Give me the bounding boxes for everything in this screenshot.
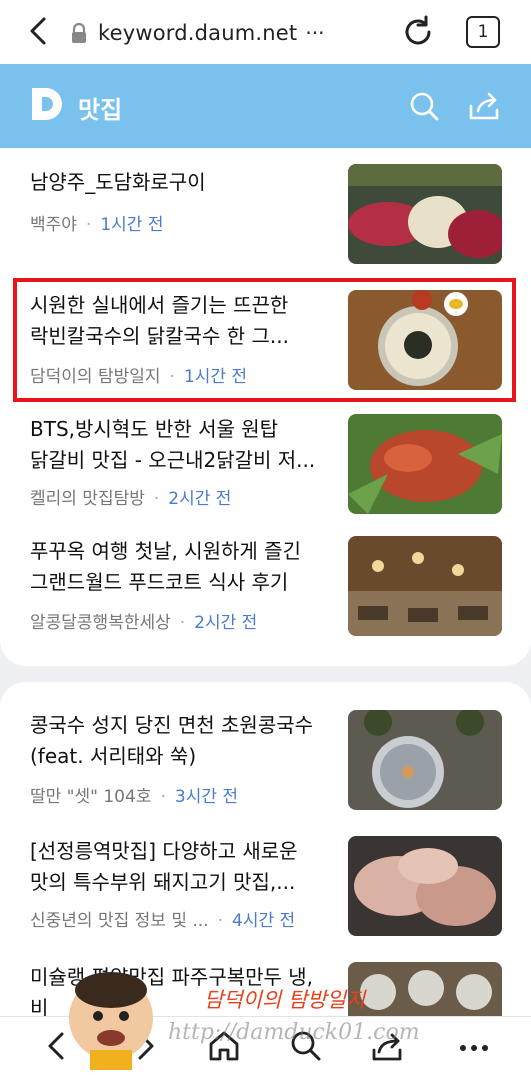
item-time: 1시간 전	[100, 215, 164, 235]
item-thumbnail[interactable]	[348, 536, 502, 636]
list-item[interactable]: [선정릉역맛집] 다양하고 새로운 맛의 특수부위 돼지고기 맛집,... 신중…	[0, 836, 531, 962]
page-title: 맛집	[78, 96, 123, 124]
item-thumbnail[interactable]	[348, 164, 502, 264]
browser-toolbar: keyword.daum.net ··· 1	[0, 0, 531, 64]
item-title[interactable]: [선정릉역맛집] 다양하고 새로운 맛의 특수부위 돼지고기 맛집,...	[30, 836, 330, 898]
search-icon[interactable]	[408, 90, 440, 122]
item-source: 딸만 "셋" 104호	[30, 787, 152, 807]
reload-icon[interactable]	[400, 14, 436, 50]
item-time: 2시간 전	[194, 613, 258, 633]
lock-icon	[72, 22, 86, 43]
item-thumbnail[interactable]	[348, 710, 502, 810]
list-item[interactable]: 푸꾸옥 여행 첫날, 시원하게 즐긴 그랜드월드 푸드코트 식사 후기 알콩달콩…	[0, 536, 531, 662]
highlight-box	[13, 278, 516, 402]
item-source: 켈리의 맛집탐방	[30, 489, 145, 509]
watermark-name: 담덕이의 탐방일지	[204, 988, 366, 1012]
item-source: 알콩달콩행복한세상	[30, 613, 171, 633]
item-thumbnail[interactable]	[348, 836, 502, 936]
daum-logo[interactable]	[30, 86, 66, 122]
item-thumbnail[interactable]	[348, 962, 502, 1016]
item-meta: 백주야 · 1시간 전	[30, 215, 164, 235]
list-item[interactable]: 남양주_도담화로구이 백주야 · 1시간 전	[0, 164, 531, 290]
item-thumbnail[interactable]	[348, 414, 502, 514]
item-title[interactable]: 푸꾸옥 여행 첫날, 시원하게 즐긴 그랜드월드 푸드코트 식사 후기	[30, 536, 330, 598]
list-item[interactable]: BTS,방시혁도 반한 서울 원탑 닭갈비 맛집 - 오근내2닭갈비 저... …	[0, 414, 531, 540]
item-title[interactable]: 남양주_도담화로구이	[30, 167, 330, 198]
url-text: keyword.daum.net	[98, 21, 298, 45]
watermark-avatar	[69, 972, 153, 1070]
item-title[interactable]: BTS,방시혁도 반한 서울 원탑 닭갈비 맛집 - 오근내2닭갈비 저...	[30, 414, 330, 476]
item-time: 2시간 전	[168, 489, 232, 509]
item-meta: 켈리의 맛집탐방 · 2시간 전	[30, 489, 232, 509]
url-more-indicator: ···	[305, 21, 325, 45]
watermark-url: http://damduck01.com	[168, 1020, 420, 1045]
item-meta: 알콩달콩행복한세상 · 2시간 전	[30, 613, 258, 633]
tab-count-button[interactable]: 1	[466, 16, 500, 48]
item-source: 백주야	[30, 215, 77, 235]
list-item[interactable]: 콩국수 성지 당진 면천 초원콩국수(feat. 서리태와 쑥) 딸만 "셋" …	[0, 710, 531, 836]
back-icon[interactable]	[22, 14, 56, 48]
item-time: 3시간 전	[174, 787, 239, 807]
item-time: 4시간 전	[232, 911, 296, 931]
more-icon[interactable]	[456, 1028, 492, 1064]
item-source: 신중년의 맛집 정보 및 ...	[30, 911, 209, 931]
item-meta: 신중년의 맛집 정보 및 ... · 4시간 전	[30, 911, 296, 931]
share-icon[interactable]	[468, 90, 500, 122]
item-title[interactable]: 콩국수 성지 당진 면천 초원콩국수(feat. 서리태와 쑥)	[30, 710, 330, 772]
address-bar[interactable]: keyword.daum.net ···	[70, 16, 324, 50]
item-meta: 딸만 "셋" 104호 · 3시간 전	[30, 787, 239, 807]
